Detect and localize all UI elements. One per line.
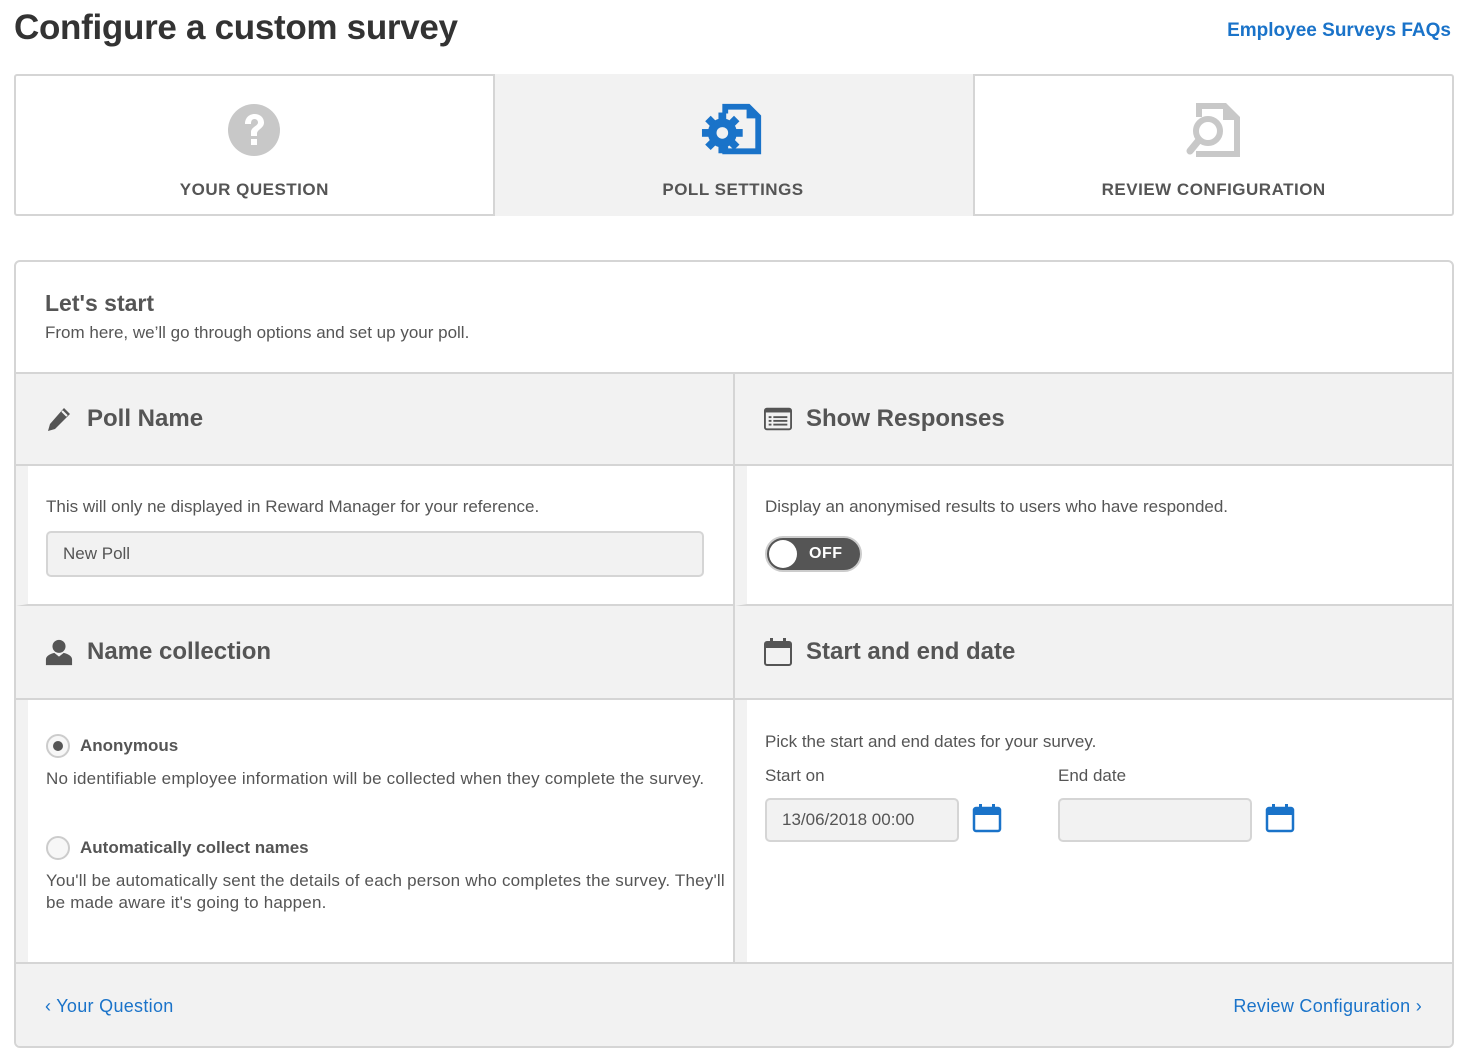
name-collection-title: Name collection (87, 638, 272, 665)
panel-footer: ‹ Your Question Review Configuration › (16, 962, 1452, 1046)
radio-label: Automatically collect names (80, 838, 309, 857)
show-responses-title: Show Responses (806, 405, 1005, 432)
poll-name-input[interactable]: New Poll (46, 531, 704, 577)
name-collection-body: Anonymous No identifiable employee infor… (16, 700, 733, 964)
poll-name-description: This will only ne displayed in Reward Ma… (46, 497, 540, 516)
show-responses-header: Show Responses (735, 374, 1452, 466)
next-link[interactable]: Review Configuration › (1233, 996, 1422, 1017)
step-review-configuration[interactable]: REVIEW CONFIGURATION (973, 74, 1455, 216)
poll-name-body: This will only ne displayed in Reward Ma… (16, 466, 733, 606)
step-label: YOUR QUESTION (179, 180, 329, 199)
document-gear-icon (701, 98, 765, 162)
list-icon (764, 405, 792, 433)
radio-collect-names[interactable] (46, 836, 70, 860)
poll-name-title: Poll Name (87, 405, 204, 432)
show-responses-body: Display an anonymised results to users w… (735, 466, 1452, 606)
step-label: POLL SETTINGS (662, 180, 804, 199)
faq-link[interactable]: Employee Surveys FAQs (1227, 20, 1451, 42)
end-date-label: End date (1058, 766, 1127, 785)
name-collection-header: Name collection (16, 606, 733, 700)
start-date-calendar-icon[interactable] (972, 803, 1002, 833)
end-date-calendar-icon[interactable] (1265, 803, 1295, 833)
settings-panel: Let's start From here, we’ll go through … (14, 260, 1454, 1048)
intro-section: Let's start From here, we’ll go through … (16, 262, 1452, 374)
radio-anonymous[interactable] (46, 734, 70, 758)
start-date-input[interactable]: 13/06/2018 00:00 (765, 798, 959, 842)
radio-description: You'll be automatically sent the details… (46, 871, 725, 912)
back-link[interactable]: ‹ Your Question (45, 996, 174, 1017)
document-search-icon (1182, 98, 1246, 162)
settings-row-2: Name collection Anonymous No identifiabl… (16, 606, 1452, 964)
show-responses-description: Display an anonymised results to users w… (765, 497, 1229, 516)
start-date-label: Start on (765, 766, 825, 785)
settings-row-1: Poll Name This will only ne displayed in… (16, 374, 1452, 606)
intro-title: Let's start (45, 290, 155, 316)
toggle-knob (769, 540, 797, 568)
radio-option-collect-names[interactable]: Automatically collect names (46, 836, 309, 860)
user-icon (45, 638, 73, 666)
toggle-label: OFF (809, 545, 843, 562)
radio-option-anonymous[interactable]: Anonymous (46, 734, 178, 758)
calendar-icon (764, 638, 792, 666)
step-poll-settings[interactable]: POLL SETTINGS (494, 74, 974, 216)
end-date-input[interactable] (1058, 798, 1252, 842)
radio-description: No identifiable employee information wil… (46, 769, 705, 788)
radio-label: Anonymous (80, 736, 179, 755)
wizard-steps: YOUR QUESTION POLL SETTINGS REVIEW CONFI… (14, 74, 1455, 216)
name-collection-section: Name collection Anonymous No identifiabl… (16, 606, 735, 964)
page-title: Configure a custom survey (14, 8, 458, 47)
dates-description: Pick the start and end dates for your su… (765, 732, 1097, 751)
question-circle-icon (222, 98, 286, 162)
poll-name-header: Poll Name (16, 374, 733, 466)
dates-body: Pick the start and end dates for your su… (735, 700, 1452, 964)
show-responses-toggle[interactable]: OFF (765, 536, 862, 572)
dates-header: Start and end date (735, 606, 1452, 700)
show-responses-section: Show Responses Display an anonymised res… (735, 374, 1452, 606)
intro-subtitle: From here, we’ll go through options and … (45, 323, 470, 342)
step-label: REVIEW CONFIGURATION (1101, 180, 1326, 199)
dates-title: Start and end date (806, 638, 1016, 665)
dates-section: Start and end date Pick the start and en… (735, 606, 1452, 964)
poll-name-section: Poll Name This will only ne displayed in… (16, 374, 735, 606)
pencil-icon (45, 405, 73, 433)
step-your-question[interactable]: YOUR QUESTION (14, 74, 495, 216)
